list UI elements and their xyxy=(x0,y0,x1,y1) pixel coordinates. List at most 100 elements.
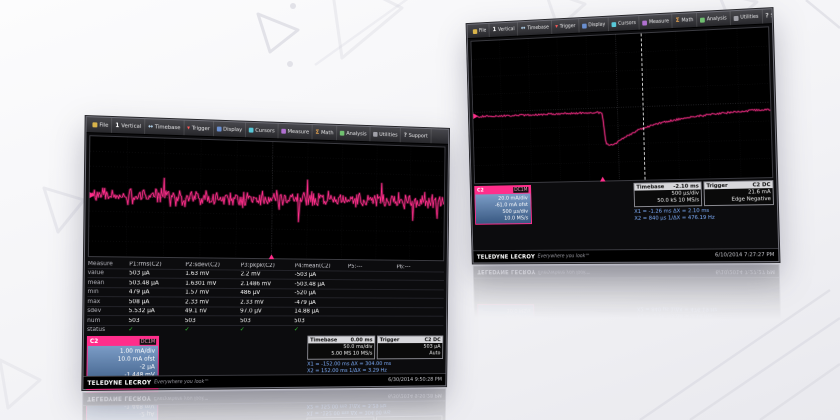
row-label: num xyxy=(87,318,128,324)
row-label: mean xyxy=(88,280,129,286)
row-label: min xyxy=(87,289,128,295)
menu-timebase[interactable]: ↔Timebase xyxy=(518,21,553,36)
menu-timebase-label: Timebase xyxy=(527,25,549,32)
datetime-display: 6/10/2014 7:27:27 PM xyxy=(715,252,774,258)
cell: 503 xyxy=(240,318,294,324)
menu-file-label: File xyxy=(99,122,108,128)
cursors-icon xyxy=(612,22,617,27)
trigger-box[interactable]: TriggerC2 DC 21.6 mAEdge Negative xyxy=(703,180,774,206)
right-oscilloscope-screen: File 1Vertical ↔Timebase ▾Trigger Displa… xyxy=(467,8,780,263)
menu-support-label: Support xyxy=(409,133,428,139)
channel-1-icon: 1 xyxy=(492,27,496,33)
menu-timebase[interactable]: ↔Timebase xyxy=(145,119,184,135)
row-label: value xyxy=(88,270,129,276)
trigger-time-marker[interactable] xyxy=(600,177,606,182)
menu-vertical[interactable]: 1Vertical xyxy=(490,22,519,37)
timebase-box[interactable]: Timebase0.00 ms 50.0 ms/div5.00 MS 10 MS… xyxy=(307,336,375,360)
horizontal-arrows-icon: ↔ xyxy=(148,124,153,130)
cell xyxy=(348,282,397,288)
trigger-title: Trigger xyxy=(706,182,727,188)
timebase-sampling: 5.00 MS 10 MS/s xyxy=(310,351,373,358)
menu-measure[interactable]: Measure xyxy=(639,14,673,29)
cell: -479 μA xyxy=(294,300,347,306)
menu-analysis[interactable]: Analysis xyxy=(337,126,370,141)
trigger-box[interactable]: TriggerC2 DC 503 μAAuto xyxy=(377,335,444,359)
coupling-label: DC1M xyxy=(140,338,156,344)
cell: 49.1 nV xyxy=(185,308,240,314)
cursor-readout: X1 = -1.26 ms ΔX = 2.10 ms X2 = 840 μs 1… xyxy=(634,207,774,224)
menu-cursors-label: Cursors xyxy=(255,127,275,133)
trigger-mode: Auto xyxy=(379,350,440,357)
p5-header[interactable]: P5:--- xyxy=(348,263,397,269)
cell: 503 xyxy=(294,318,347,324)
display-icon xyxy=(582,23,587,28)
menu-cursors[interactable]: Cursors xyxy=(609,16,640,31)
display-icon xyxy=(216,127,221,132)
menu-file[interactable]: File xyxy=(89,117,112,133)
menu-utilities-label: Utilities xyxy=(740,14,759,21)
menu-trigger[interactable]: ▾Trigger xyxy=(184,121,214,137)
menu-analysis-label: Analysis xyxy=(346,130,366,136)
cell: 508 μA xyxy=(129,299,185,305)
cell xyxy=(396,309,444,315)
cell xyxy=(348,291,397,297)
graticule xyxy=(471,27,772,183)
cell xyxy=(396,273,444,279)
menu-analysis[interactable]: Analysis xyxy=(697,11,731,27)
menu-vertical-label: Vertical xyxy=(498,26,515,33)
channel-label: C2 xyxy=(477,188,484,194)
left-descriptor-row: C2 DC1M 1.00 mA/div 10.0 mA ofst -2 μA -… xyxy=(86,335,443,375)
right-horizontal-trigger-group: Timebase-2.10 ms 500 μs/div50.0 kS 10 MS… xyxy=(633,180,774,224)
cell: 486 μV xyxy=(240,290,294,296)
cell: 503 xyxy=(185,318,240,324)
status-check-icon: ✓ xyxy=(185,327,240,333)
left-horizontal-trigger-group: Timebase0.00 ms 50.0 ms/div5.00 MS 10 MS… xyxy=(307,335,443,376)
cell: 1.6301 mV xyxy=(185,280,240,286)
vertical-scale: 1.00 mA/div xyxy=(91,347,155,355)
left-oscilloscope-screen: File 1Vertical ↔Timebase ▾Trigger Displa… xyxy=(82,116,449,390)
menu-utilities[interactable]: Utilities xyxy=(730,10,762,26)
trigger-time-marker[interactable] xyxy=(269,254,275,259)
left-statusbar: TELEDYNE LECROY Everywhere you look™ 6/3… xyxy=(83,373,445,389)
menu-support[interactable]: ?Support xyxy=(762,9,772,23)
menu-file[interactable]: File xyxy=(470,24,490,38)
c2-level-marker[interactable] xyxy=(90,192,95,198)
menu-cursors[interactable]: Cursors xyxy=(246,123,279,139)
cell: -520 μA xyxy=(294,290,347,296)
timebase-box[interactable]: Timebase-2.10 ms 500 μs/div50.0 kS 10 MS… xyxy=(633,182,702,207)
menu-utilities-label: Utilities xyxy=(379,132,397,138)
menu-support[interactable]: ?Support xyxy=(401,128,431,143)
menu-math[interactable]: ΣMath xyxy=(313,125,338,140)
p6-header[interactable]: P6:--- xyxy=(396,264,444,270)
menu-timebase-label: Timebase xyxy=(155,124,181,131)
cell: 503 xyxy=(128,318,184,324)
analysis-icon xyxy=(700,17,705,22)
menu-math[interactable]: ΣMath xyxy=(673,13,698,28)
menu-vertical[interactable]: 1Vertical xyxy=(112,118,145,134)
timebase-delay: 0.00 ms xyxy=(351,337,373,343)
c2-descriptor-box[interactable]: C2 DC1M 20.0 mA/div -61.0 mA ofst 500 μs… xyxy=(474,185,532,225)
trigger-edge-icon: ▾ xyxy=(187,125,190,131)
menu-trigger[interactable]: ▾Trigger xyxy=(552,19,579,34)
trigger-mode: Edge Negative xyxy=(707,196,771,204)
cell: 5.532 μA xyxy=(129,308,185,314)
menu-utilities[interactable]: Utilities xyxy=(370,127,401,142)
channel-readout: -2 μA xyxy=(90,363,154,371)
cursors-icon xyxy=(249,128,254,133)
row-label: status xyxy=(87,327,128,333)
menu-display-label: Display xyxy=(223,126,242,132)
coupling-label: DC1M xyxy=(513,187,528,193)
p4-header[interactable]: P4:mean(C2) xyxy=(295,263,348,269)
cell: 2.33 mV xyxy=(185,299,240,305)
cell xyxy=(396,300,444,306)
menu-display[interactable]: Display xyxy=(579,18,609,33)
p2-header[interactable]: P2:sdev(C2) xyxy=(185,262,240,268)
menu-measure[interactable]: Measure xyxy=(278,124,313,140)
c2-level-marker[interactable] xyxy=(473,114,478,120)
cell: 2.2 mV xyxy=(240,271,294,277)
menu-display[interactable]: Display xyxy=(214,122,246,138)
p3-header[interactable]: P3:pkpk(C2) xyxy=(241,262,295,268)
cell xyxy=(348,273,397,279)
p1-header[interactable]: P1:rms(C2) xyxy=(129,261,185,268)
row-label: max xyxy=(87,299,128,305)
